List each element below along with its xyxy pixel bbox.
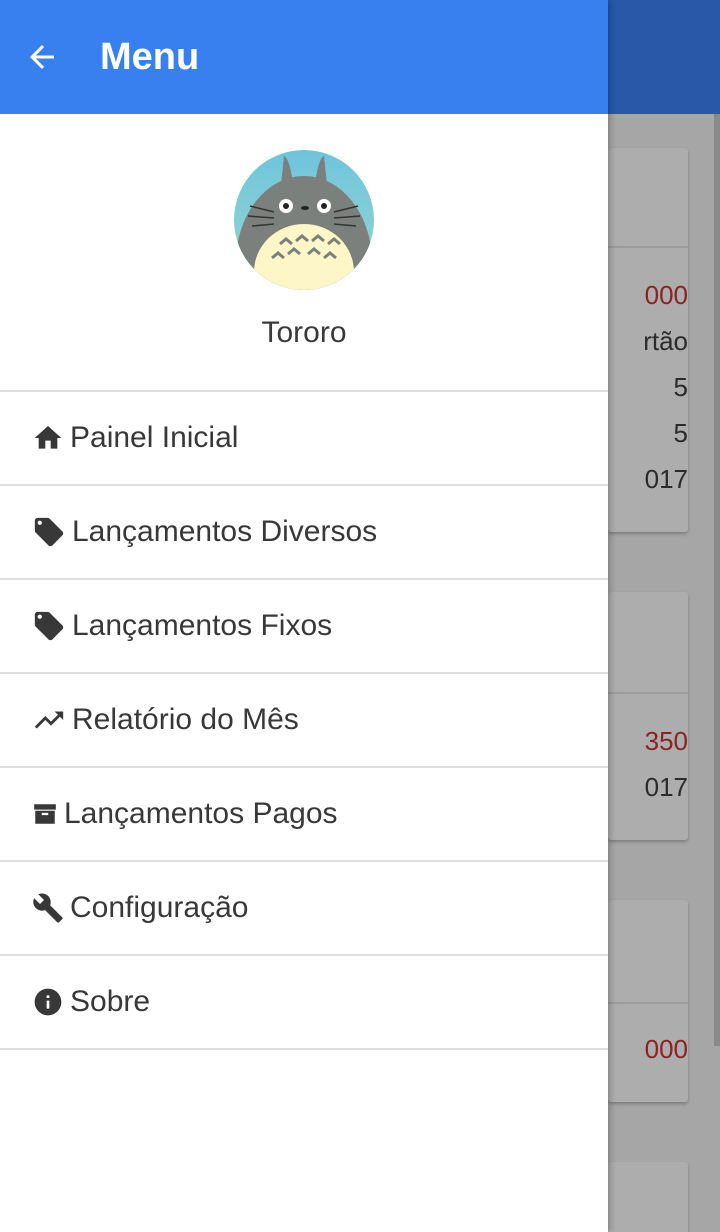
archive-icon <box>32 801 58 827</box>
user-name: Tororo <box>261 316 347 349</box>
menu-item-label: Lançamentos Diversos <box>72 515 378 548</box>
navigation-drawer: Menu Tororo Painel Inicial Lançamentos D… <box>0 0 608 1232</box>
menu-item-label: Painel Inicial <box>70 421 239 454</box>
menu-item-label: Sobre <box>70 985 151 1018</box>
menu-item-label: Lançamentos Fixos <box>72 609 333 642</box>
arrow-left-icon <box>30 45 54 69</box>
wrench-icon <box>32 892 64 924</box>
avatar[interactable] <box>234 150 374 290</box>
drawer-title: Menu <box>100 35 200 78</box>
menu-item-configuracao[interactable]: Configuração <box>0 862 608 956</box>
menu-item-lancamentos-pagos[interactable]: Lançamentos Pagos <box>0 768 608 862</box>
card-amount: 000 <box>644 280 688 310</box>
tag-icon <box>32 609 66 643</box>
tag-icon <box>32 515 66 549</box>
info-icon <box>32 986 64 1018</box>
background-card[interactable] <box>608 900 688 1102</box>
card-date: 017 <box>644 464 688 494</box>
menu-item-relatorio-do-mes[interactable]: Relatório do Mês <box>0 674 608 768</box>
menu-item-label: Relatório do Mês <box>72 703 299 736</box>
card-text: 5 <box>673 372 688 402</box>
card-amount: 350 <box>644 726 688 756</box>
scrollbar[interactable] <box>714 114 720 1046</box>
background-card[interactable] <box>608 1162 688 1232</box>
home-icon <box>32 422 64 454</box>
menu-item-label: Lançamentos Pagos <box>64 797 338 830</box>
card-text: rtão <box>643 326 688 356</box>
drawer-header: Menu <box>0 0 608 114</box>
card-amount: 000 <box>644 1034 688 1064</box>
trending-up-icon <box>32 703 66 737</box>
back-button[interactable] <box>22 37 62 77</box>
card-date: 017 <box>644 772 688 802</box>
totoro-avatar-icon <box>234 150 374 290</box>
menu-item-lancamentos-fixos[interactable]: Lançamentos Fixos <box>0 580 608 674</box>
menu-item-label: Configuração <box>70 891 249 924</box>
card-text: 5 <box>673 418 688 448</box>
user-profile: Tororo <box>0 114 608 392</box>
menu-item-painel-inicial[interactable]: Painel Inicial <box>0 392 608 486</box>
menu-item-sobre[interactable]: Sobre <box>0 956 608 1050</box>
menu-item-lancamentos-diversos[interactable]: Lançamentos Diversos <box>0 486 608 580</box>
